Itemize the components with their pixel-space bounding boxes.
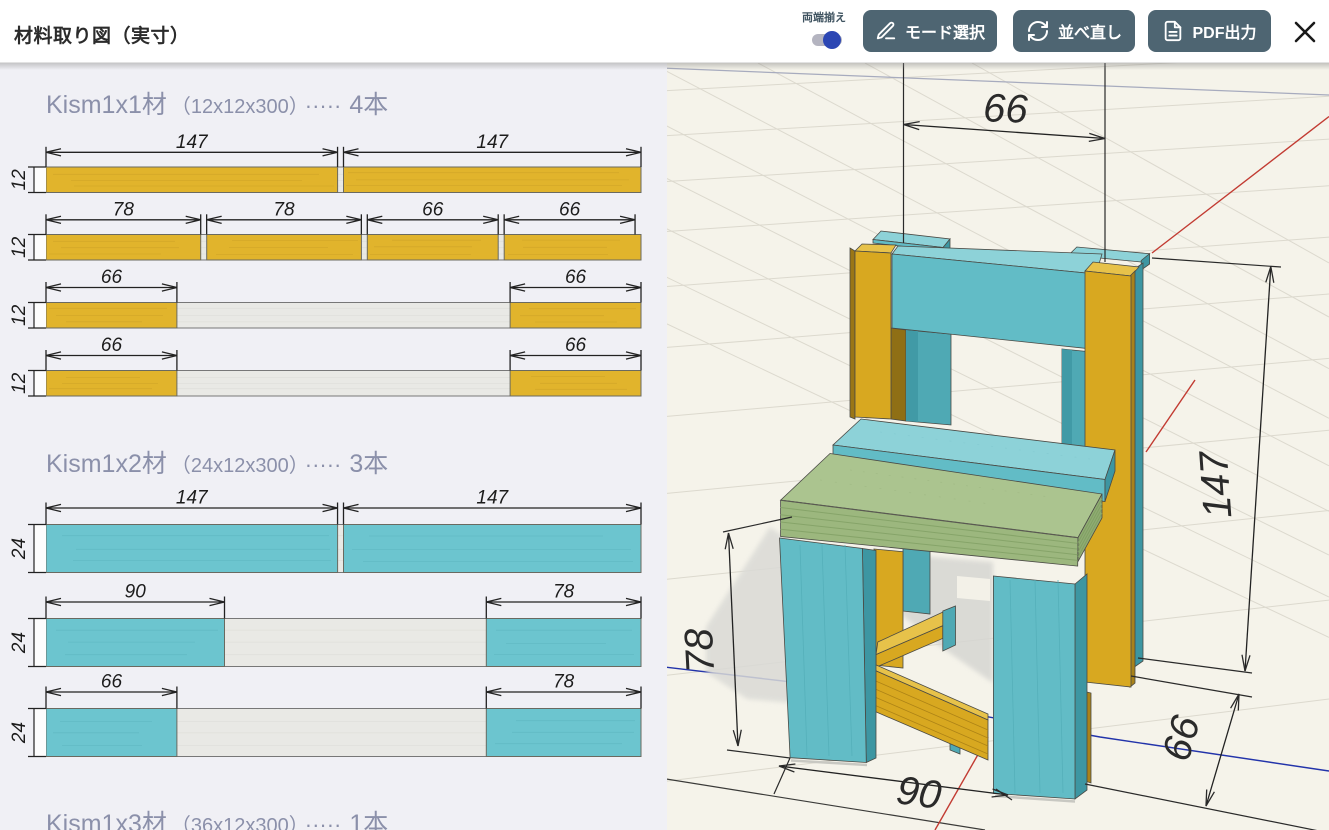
svg-text:66: 66: [101, 335, 123, 356]
svg-text:147: 147: [176, 132, 209, 153]
svg-text:66: 66: [982, 86, 1029, 132]
svg-text:66: 66: [101, 267, 123, 288]
svg-text:24: 24: [9, 722, 30, 744]
svg-text:12: 12: [9, 236, 30, 258]
svg-text:66: 66: [565, 335, 587, 356]
svg-text:78: 78: [113, 199, 135, 220]
svg-text:147: 147: [1192, 448, 1241, 519]
svg-text:24: 24: [9, 538, 30, 560]
svg-text:Kism1x1材（12x12x300）·····4本: Kism1x1材（12x12x300）·····4本: [46, 91, 388, 119]
svg-text:78: 78: [553, 582, 575, 603]
svg-text:147: 147: [476, 488, 509, 509]
svg-text:147: 147: [176, 488, 209, 509]
svg-text:90: 90: [125, 582, 147, 603]
svg-text:147: 147: [476, 132, 509, 153]
svg-text:12: 12: [9, 304, 30, 326]
svg-text:66: 66: [559, 199, 581, 220]
svg-text:Kism1x2材（24x12x300）·····3本: Kism1x2材（24x12x300）·····3本: [46, 450, 388, 478]
svg-text:66: 66: [422, 199, 444, 220]
svg-text:78: 78: [273, 199, 295, 220]
svg-text:90: 90: [894, 768, 944, 818]
svg-text:12: 12: [9, 372, 30, 394]
svg-text:78: 78: [553, 672, 575, 693]
svg-text:24: 24: [9, 632, 30, 654]
svg-text:12: 12: [9, 169, 30, 191]
svg-text:78: 78: [677, 627, 723, 674]
svg-text:66: 66: [565, 267, 587, 288]
svg-text:66: 66: [101, 672, 123, 693]
